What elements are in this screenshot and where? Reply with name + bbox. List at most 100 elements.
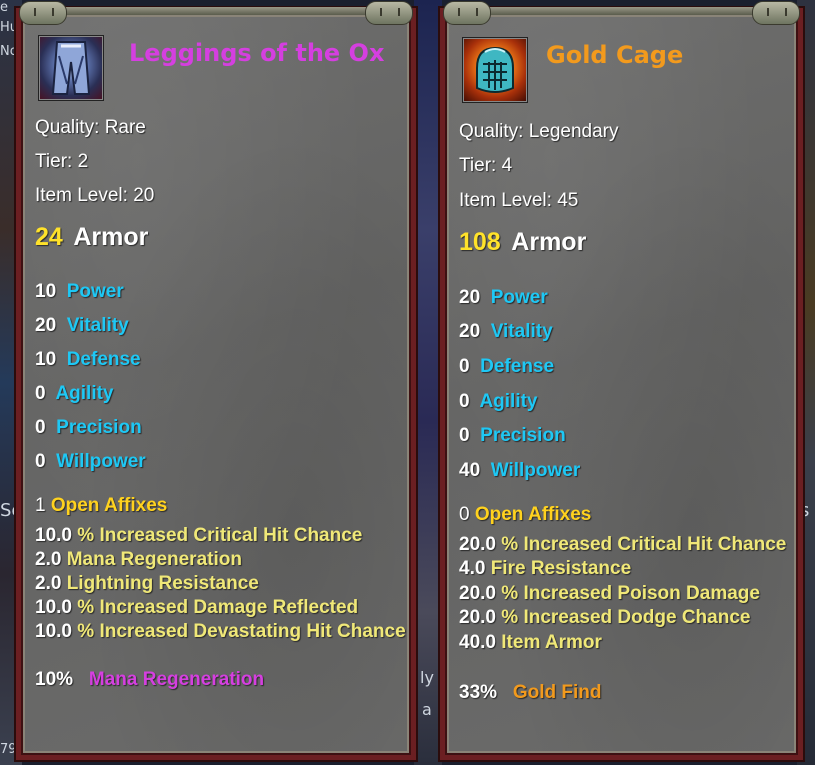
stat-line: 40 Willpower	[459, 460, 580, 482]
affix-value: 20.0	[459, 583, 496, 604]
stat-value: 0	[35, 417, 46, 438]
affix-line: 2.0 Lightning Resistance	[35, 573, 259, 595]
helmet-cage-icon[interactable]	[462, 37, 528, 103]
affix-text: Mana Regeneration	[66, 549, 242, 570]
frame-top-bar	[463, 7, 785, 15]
stat-name: Power	[66, 281, 124, 302]
bg-fragment: 79	[0, 742, 17, 757]
affix-text: Item Armor	[501, 632, 602, 653]
affix-text: Fire Resistance	[490, 558, 632, 579]
bg-fragment: a	[422, 700, 432, 719]
stat-name: Agility	[479, 391, 538, 412]
stat-name: Agility	[55, 383, 114, 404]
affix-text: % Increased Damage Reflected	[77, 597, 359, 618]
armor-label: Armor	[511, 228, 587, 256]
item-tier: Tier: 2	[35, 151, 89, 172]
item-tier: Tier: 4	[459, 155, 513, 176]
armor-label: Armor	[73, 223, 149, 251]
stat-line: 0 Willpower	[35, 451, 146, 473]
affix-line: 4.0 Fire Resistance	[459, 558, 631, 580]
item-level: Item Level: 20	[35, 185, 155, 206]
stat-value: 0	[459, 356, 470, 377]
stat-name: Power	[490, 287, 548, 308]
stat-line: 20 Vitality	[459, 321, 553, 343]
affix-text: Lightning Resistance	[66, 573, 259, 594]
stat-line: 0 Defense	[459, 356, 554, 378]
stat-name: Precision	[56, 417, 142, 438]
stat-value: 20	[35, 315, 57, 336]
stat-value: 0	[35, 383, 46, 404]
affix-text: % Increased Poison Damage	[501, 583, 760, 604]
affix-text: % Increased Devastating Hit Chance	[77, 621, 406, 642]
frame-top-bar	[39, 7, 399, 15]
affix-line: 2.0 Mana Regeneration	[35, 549, 242, 571]
open-affixes-count: 1	[35, 495, 46, 516]
armor-value: 108	[459, 228, 501, 256]
leggings-armor-icon[interactable]	[38, 35, 104, 101]
stat-line: 10 Defense	[35, 349, 141, 371]
affix-value: 2.0	[35, 573, 62, 594]
bonus-text: Gold Find	[512, 682, 602, 703]
stat-value: 20	[459, 321, 481, 342]
armor-line: 24 Armor	[35, 223, 148, 252]
stat-line: 10 Power	[35, 281, 124, 303]
affix-line: 10.0 % Increased Critical Hit Chance	[35, 525, 362, 547]
armor-value: 24	[35, 223, 63, 251]
affix-line: 20.0 % Increased Critical Hit Chance	[459, 534, 786, 556]
affix-value: 10.0	[35, 597, 72, 618]
armor-line: 108 Armor	[459, 228, 586, 257]
affix-value: 10.0	[35, 621, 72, 642]
open-affixes-label: Open Affixes	[474, 504, 592, 525]
affix-line: 10.0 % Increased Devastating Hit Chance	[35, 621, 406, 643]
stat-name: Precision	[480, 425, 566, 446]
stat-value: 0	[459, 391, 470, 412]
affix-line: 20.0 % Increased Poison Damage	[459, 583, 760, 605]
stat-name: Defense	[66, 349, 141, 370]
frame-corner-cap	[443, 1, 491, 25]
affix-text: % Increased Critical Hit Chance	[77, 525, 363, 546]
stat-name: Willpower	[490, 460, 581, 481]
stat-value: 0	[35, 451, 46, 472]
affix-line: 10.0 % Increased Damage Reflected	[35, 597, 358, 619]
stat-name: Vitality	[66, 315, 129, 336]
stat-line: 0 Precision	[459, 425, 566, 447]
affix-value: 20.0	[459, 607, 496, 628]
stat-value: 40	[459, 460, 481, 481]
item-quality: Quality: Legendary	[459, 121, 619, 142]
bonus-value: 33%	[459, 682, 498, 703]
background-middle-strip	[414, 0, 442, 765]
frame-corner-cap	[365, 1, 413, 25]
item-name: Gold Cage	[546, 41, 684, 69]
open-affixes-label: Open Affixes	[50, 495, 168, 516]
bg-fragment: e	[0, 0, 8, 15]
stat-name: Vitality	[490, 321, 553, 342]
item-name: Leggings of the Ox	[129, 39, 385, 67]
affix-line: 40.0 Item Armor	[459, 632, 602, 654]
stat-value: 0	[459, 425, 470, 446]
affix-text: % Increased Dodge Chance	[501, 607, 751, 628]
stat-line: 20 Vitality	[35, 315, 129, 337]
bonus-value: 10%	[35, 669, 74, 690]
affix-value: 4.0	[459, 558, 486, 579]
affix-value: 2.0	[35, 549, 62, 570]
stat-name: Willpower	[56, 451, 146, 472]
stat-value: 10	[35, 281, 57, 302]
stat-name: Defense	[480, 356, 555, 377]
frame-corner-cap	[19, 1, 67, 25]
frame-corner-cap	[752, 1, 800, 25]
item-tooltip-left: Leggings of the Ox Quality: Rare Tier: 2…	[16, 1, 416, 760]
affix-value: 10.0	[35, 525, 72, 546]
item-level: Item Level: 45	[459, 190, 579, 211]
bonus-text: Mana Regeneration	[88, 669, 265, 690]
item-tooltip-right: Gold Cage Quality: Legendary Tier: 4 Ite…	[440, 1, 803, 760]
stat-line: 0 Agility	[459, 391, 538, 413]
item-quality: Quality: Rare	[35, 117, 146, 138]
affix-value: 40.0	[459, 632, 496, 653]
set-bonus: 10% Mana Regeneration	[35, 669, 264, 691]
bg-fragment: ly	[420, 668, 434, 687]
affix-text: % Increased Critical Hit Chance	[501, 534, 787, 555]
stat-value: 20	[459, 287, 481, 308]
set-bonus: 33% Gold Find	[459, 682, 602, 704]
open-affixes-count: 0	[459, 504, 470, 525]
open-affixes: 0 Open Affixes	[459, 504, 591, 526]
